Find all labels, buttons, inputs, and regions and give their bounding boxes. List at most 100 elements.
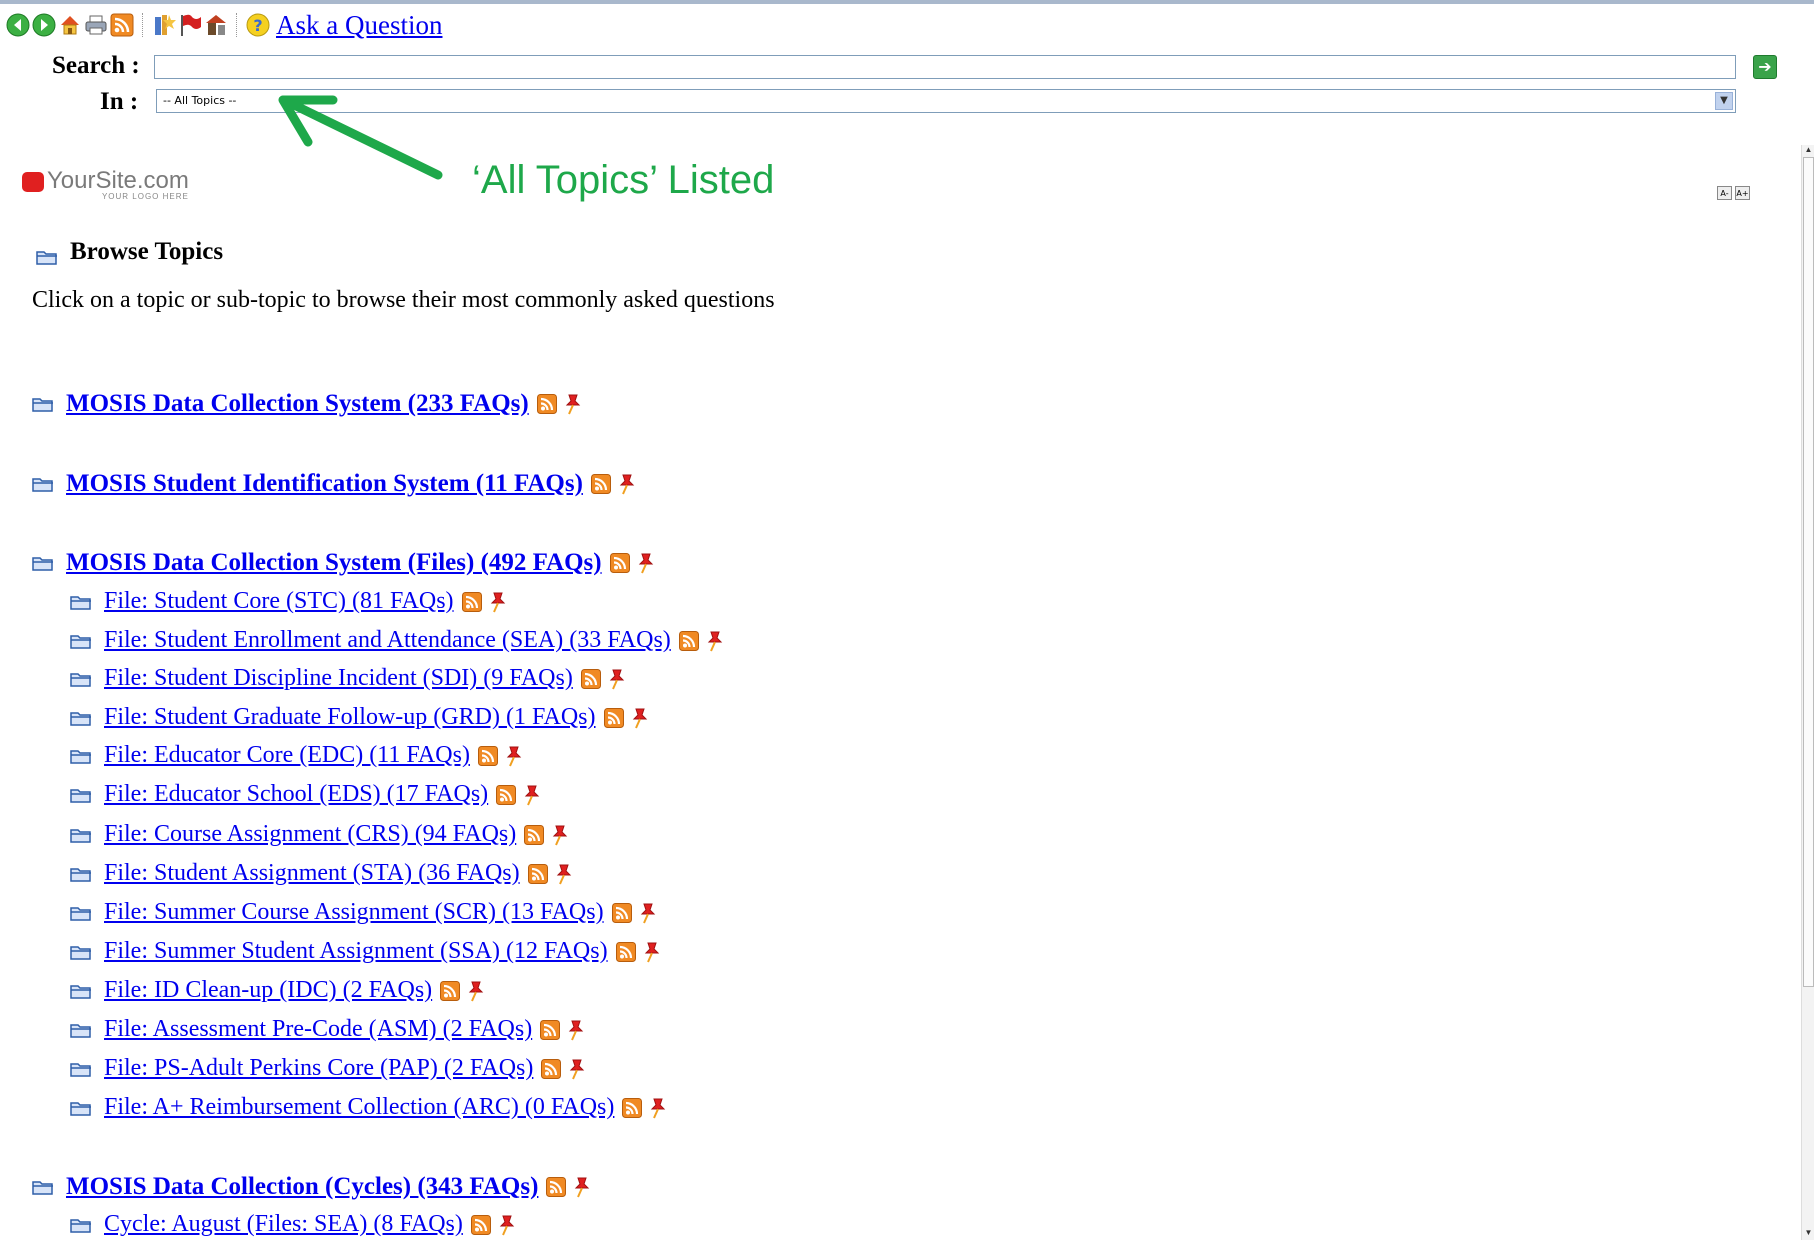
back-icon[interactable] — [6, 13, 30, 37]
rss-icon[interactable] — [580, 668, 601, 689]
folder-icon[interactable] — [70, 905, 92, 921]
topic-link[interactable]: MOSIS Data Collection System (Files) (49… — [66, 549, 602, 577]
pin-icon[interactable] — [567, 1058, 585, 1080]
topic-link[interactable]: File: Student Graduate Follow-up (GRD) (… — [104, 704, 596, 731]
folder-icon[interactable] — [70, 1100, 92, 1116]
arrow-right-icon: ➔ — [1758, 57, 1772, 76]
rss-icon[interactable] — [110, 13, 134, 37]
rss-icon[interactable] — [611, 902, 632, 923]
pin-icon[interactable] — [563, 393, 581, 415]
rss-icon[interactable] — [609, 553, 630, 573]
search-go-button[interactable]: ➔ — [1753, 55, 1777, 79]
topic-link[interactable]: File: Student Enrollment and Attendance … — [104, 627, 671, 654]
folder-icon[interactable] — [70, 594, 92, 610]
rss-icon[interactable] — [622, 1097, 643, 1118]
pin-icon[interactable] — [648, 1097, 666, 1119]
rss-icon[interactable] — [470, 1214, 491, 1235]
folder-icon[interactable] — [70, 1061, 92, 1077]
topic-link[interactable]: File: Educator Core (EDC) (11 FAQs) — [104, 742, 470, 769]
rss-icon[interactable] — [496, 784, 517, 805]
pin-icon[interactable] — [504, 745, 522, 767]
topic-link[interactable]: MOSIS Data Collection (Cycles) (343 FAQs… — [66, 1173, 538, 1201]
topic-link[interactable]: File: PS-Adult Perkins Core (PAP) (2 FAQ… — [104, 1055, 533, 1082]
help-icon[interactable]: ? — [246, 13, 270, 37]
pin-icon[interactable] — [638, 902, 656, 924]
folder-icon[interactable] — [70, 866, 92, 882]
folder-icon[interactable] — [70, 944, 92, 960]
search-input[interactable] — [154, 55, 1736, 79]
folder-icon[interactable] — [70, 671, 92, 687]
folder-icon[interactable] — [70, 710, 92, 726]
topic-link[interactable]: File: Assessment Pre-Code (ASM) (2 FAQs) — [104, 1016, 532, 1043]
font-increase-button[interactable]: A+ — [1735, 186, 1750, 200]
print-icon[interactable] — [84, 13, 108, 37]
topic-link[interactable]: Cycle: August (Files: SEA) (8 FAQs) — [104, 1211, 463, 1238]
pin-icon[interactable] — [550, 824, 568, 846]
tools-icon[interactable] — [204, 13, 228, 37]
pin-icon[interactable] — [466, 980, 484, 1002]
rss-icon[interactable] — [590, 474, 611, 494]
ask-question-link[interactable]: Ask a Question — [276, 10, 442, 41]
rss-icon[interactable] — [603, 707, 624, 728]
pin-icon[interactable] — [617, 473, 635, 495]
rss-icon[interactable] — [536, 394, 557, 414]
topic-select[interactable]: -- All Topics -- ▼ — [156, 89, 1736, 113]
folder-icon[interactable] — [70, 787, 92, 803]
topic-link[interactable]: File: Summer Student Assignment (SSA) (1… — [104, 938, 608, 965]
rss-icon[interactable] — [678, 630, 699, 651]
folder-icon[interactable] — [70, 827, 92, 843]
topic-link[interactable]: File: Student Core (STC) (81 FAQs) — [104, 588, 454, 615]
home-icon[interactable] — [58, 13, 82, 37]
scroll-down-icon[interactable]: ▼ — [1802, 1228, 1814, 1240]
font-decrease-button[interactable]: A- — [1717, 186, 1732, 200]
flag-icon[interactable] — [178, 13, 202, 37]
pin-icon[interactable] — [705, 630, 723, 652]
rss-icon[interactable] — [524, 824, 545, 845]
rss-icon[interactable] — [477, 745, 498, 766]
topic-link[interactable]: File: Student Discipline Incident (SDI) … — [104, 665, 573, 692]
pin-icon[interactable] — [554, 863, 572, 885]
folder-icon[interactable] — [32, 476, 54, 492]
pin-icon[interactable] — [566, 1019, 584, 1041]
folder-icon[interactable] — [70, 633, 92, 649]
pin-icon[interactable] — [630, 707, 648, 729]
rss-icon[interactable] — [461, 591, 482, 612]
folder-icon[interactable] — [70, 1022, 92, 1038]
favorites-icon[interactable] — [152, 13, 176, 37]
pin-icon[interactable] — [636, 552, 654, 574]
folder-icon[interactable] — [32, 1179, 54, 1195]
pin-icon[interactable] — [488, 591, 506, 613]
topic-link[interactable]: File: Educator School (EDS) (17 FAQs) — [104, 781, 488, 808]
rss-icon[interactable] — [546, 1177, 567, 1197]
pin-icon[interactable] — [497, 1214, 515, 1236]
pin-icon[interactable] — [572, 1176, 590, 1198]
folder-icon[interactable] — [70, 748, 92, 764]
folder-icon[interactable] — [70, 1217, 92, 1233]
subtopic-item: File: PS-Adult Perkins Core (PAP) (2 FAQ… — [70, 1055, 585, 1082]
pin-icon[interactable] — [607, 668, 625, 690]
pin-icon[interactable] — [522, 784, 540, 806]
pin-icon[interactable] — [642, 941, 660, 963]
topic-link[interactable]: File: Student Assignment (STA) (36 FAQs) — [104, 860, 520, 887]
rss-icon[interactable] — [440, 980, 461, 1001]
topic-link[interactable]: MOSIS Student Identification System (11 … — [66, 470, 583, 498]
vertical-scrollbar[interactable]: ▲ ▼ — [1801, 145, 1814, 1240]
rss-icon[interactable] — [541, 1058, 562, 1079]
scroll-up-icon[interactable]: ▲ — [1802, 145, 1814, 157]
topic-link[interactable]: MOSIS Data Collection System (233 FAQs) — [66, 390, 529, 418]
forward-icon[interactable] — [32, 13, 56, 37]
chevron-down-icon[interactable]: ▼ — [1715, 92, 1733, 110]
topic-link[interactable]: File: Course Assignment (CRS) (94 FAQs) — [104, 821, 516, 848]
folder-icon[interactable] — [32, 555, 54, 571]
topic-link[interactable]: File: ID Clean-up (IDC) (2 FAQs) — [104, 977, 432, 1004]
folder-icon[interactable] — [32, 396, 54, 412]
browse-instructions: Click on a topic or sub-topic to browse … — [32, 287, 775, 313]
rss-icon[interactable] — [540, 1019, 561, 1040]
rss-icon[interactable] — [527, 863, 548, 884]
rss-icon[interactable] — [615, 941, 636, 962]
topic-link[interactable]: File: A+ Reimbursement Collection (ARC) … — [104, 1094, 614, 1121]
scroll-thumb[interactable] — [1803, 157, 1814, 987]
folder-icon[interactable] — [70, 983, 92, 999]
topic-item: MOSIS Data Collection System (Files) (49… — [32, 549, 654, 577]
topic-link[interactable]: File: Summer Course Assignment (SCR) (13… — [104, 899, 604, 926]
